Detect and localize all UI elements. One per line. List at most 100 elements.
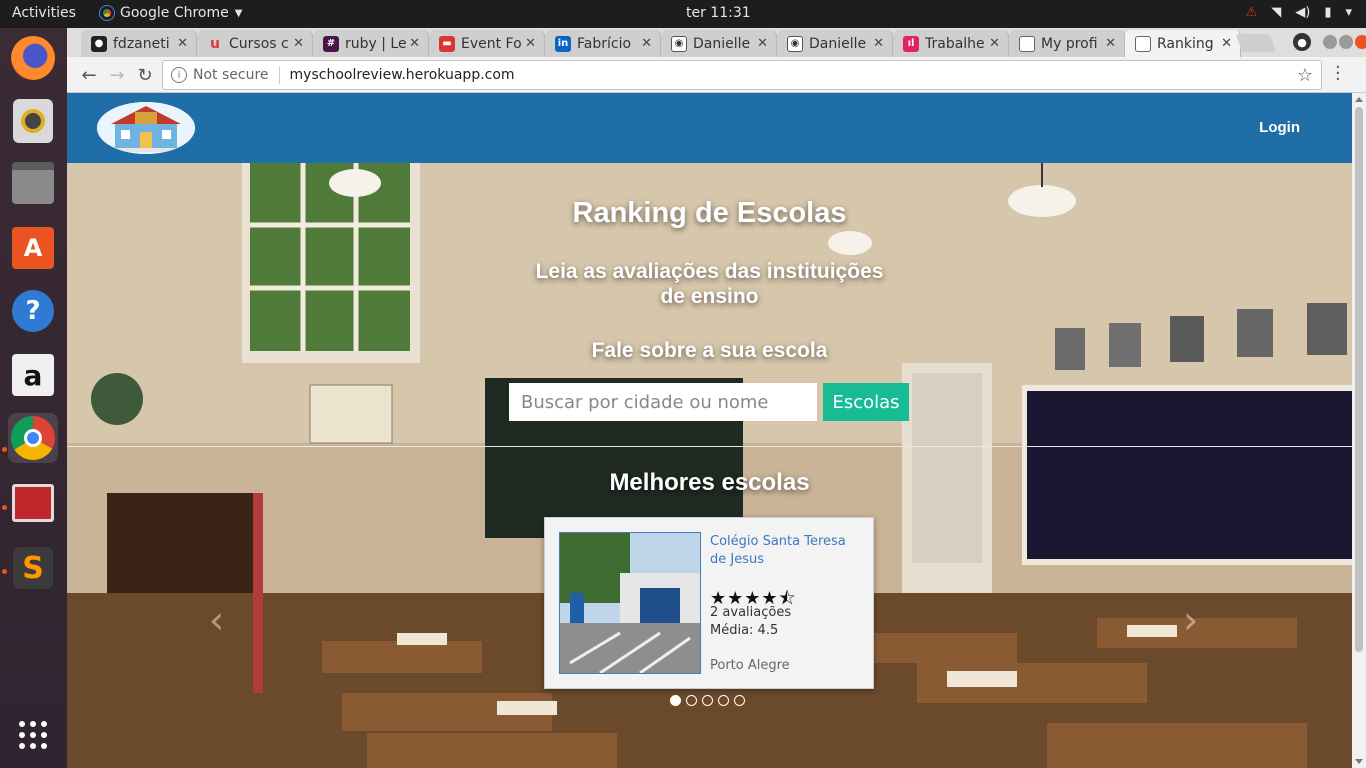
page-scrollbar[interactable]	[1352, 93, 1366, 768]
cta-heading: Fale sobre a sua escola	[591, 339, 828, 362]
tab-strip: ● fdzaneti ✕ u Cursos c ✕ # ruby | Le ✕ …	[67, 28, 1366, 57]
close-icon[interactable]: ✕	[1105, 36, 1116, 51]
bookmark-star-icon[interactable]: ☆	[1297, 65, 1313, 86]
tab-title: My profi	[1041, 35, 1098, 52]
search-button[interactable]: Escolas	[823, 383, 909, 421]
scrollbar-thumb[interactable]	[1355, 107, 1363, 652]
file-cabinet-icon	[12, 162, 54, 204]
close-icon[interactable]: ✕	[757, 36, 768, 51]
warning-icon[interactable]: ⚠	[1246, 5, 1258, 20]
clock[interactable]: ter 11:31	[686, 5, 751, 21]
tab[interactable]: ıl Trabalhe ✕	[893, 30, 1009, 57]
carousel-indicators	[670, 695, 745, 706]
close-icon[interactable]: ✕	[525, 36, 536, 51]
tab[interactable]: My profi ✕	[1009, 30, 1125, 57]
battery-icon[interactable]: ▮	[1324, 5, 1331, 20]
login-link[interactable]: Login	[1259, 119, 1300, 136]
hero-subtitle-line2: de ensino	[660, 285, 759, 308]
separator	[278, 66, 280, 84]
section-divider	[67, 446, 1352, 447]
school-photo-image	[560, 533, 700, 673]
tab[interactable]: ▬ Event Fo ✕	[429, 30, 545, 57]
running-indicator	[2, 505, 7, 510]
school-card[interactable]: Colégio Santa Teresa de Jesus ★★★★⯪ 2 av…	[544, 517, 874, 689]
forward-button[interactable]: →	[105, 63, 129, 87]
profile-icon[interactable]: ●	[1293, 33, 1311, 51]
tab-title: Event Fo	[461, 35, 522, 52]
search-input[interactable]	[509, 383, 817, 421]
speaker-icon	[13, 99, 53, 143]
scroll-down-icon[interactable]	[1355, 759, 1363, 764]
show-applications-button[interactable]	[8, 710, 58, 760]
software-launcher[interactable]: A	[8, 223, 58, 273]
reload-button[interactable]: ↻	[133, 63, 157, 87]
minimize-icon[interactable]	[1323, 35, 1337, 49]
carousel-dot[interactable]	[734, 695, 745, 706]
owl-icon: ◉	[671, 35, 687, 52]
school-logo[interactable]	[97, 102, 195, 154]
info-icon[interactable]: i	[171, 67, 187, 83]
tab[interactable]: in Fabrício ✕	[545, 30, 661, 57]
tab-title: ruby | Le	[345, 35, 407, 52]
school-photo[interactable]	[559, 532, 701, 674]
school-name-link[interactable]: Colégio Santa Teresa de Jesus	[710, 533, 865, 569]
tab[interactable]: # ruby | Le ✕	[313, 30, 429, 57]
close-icon[interactable]: ✕	[177, 36, 188, 51]
activities-button[interactable]: Activities	[12, 5, 76, 21]
hero-subtitle-line1: Leia as avaliações das instituições	[535, 260, 884, 283]
close-icon[interactable]: ✕	[409, 36, 420, 51]
url-text[interactable]: myschoolreview.herokuapp.com	[290, 67, 515, 83]
close-icon[interactable]: ✕	[989, 36, 1000, 51]
files-launcher[interactable]	[8, 158, 58, 208]
close-icon[interactable]: ✕	[641, 36, 652, 51]
wifi-icon[interactable]: ◥	[1271, 5, 1281, 20]
chrome-launcher[interactable]	[8, 413, 58, 463]
system-tray[interactable]: ⚠ ◥ ◀) ▮ ▾	[1246, 5, 1352, 20]
maximize-icon[interactable]	[1339, 35, 1353, 49]
rhythmbox-launcher[interactable]	[8, 96, 58, 146]
tab[interactable]: ◉ Danielle ✕	[777, 30, 893, 57]
bus-icon: ▬	[439, 35, 455, 52]
close-icon[interactable]: ✕	[293, 36, 304, 51]
terminal-icon	[12, 484, 54, 522]
scroll-up-icon[interactable]	[1355, 97, 1363, 102]
app-menu[interactable]: Google Chrome ▼	[99, 5, 242, 21]
amazon-launcher[interactable]: a	[8, 350, 58, 400]
power-menu-icon[interactable]: ▾	[1345, 5, 1352, 20]
carousel-prev-button[interactable]: ‹	[209, 598, 224, 642]
sublime-icon: S	[13, 547, 53, 589]
chrome-icon	[11, 416, 55, 460]
chrome-menu-icon[interactable]: · · ·	[1335, 59, 1341, 89]
carousel-dot[interactable]	[702, 695, 713, 706]
carousel-dot[interactable]	[670, 695, 681, 706]
firefox-launcher[interactable]	[8, 33, 58, 83]
address-bar[interactable]: i Not secure myschoolreview.herokuapp.co…	[162, 60, 1322, 90]
new-tab-button[interactable]	[1235, 34, 1277, 52]
tab-title: Cursos c	[229, 35, 289, 52]
tab[interactable]: u Cursos c ✕	[197, 30, 313, 57]
school-building-icon	[97, 102, 195, 154]
sublime-launcher[interactable]: S	[8, 543, 58, 593]
close-icon[interactable]: ✕	[873, 36, 884, 51]
tab[interactable]: ● fdzaneti ✕	[81, 30, 197, 57]
tab-active[interactable]: Ranking ✕	[1125, 30, 1241, 57]
close-window-icon[interactable]	[1355, 35, 1366, 49]
school-city: Porto Alegre	[710, 658, 790, 673]
tab-title: Trabalhe	[925, 35, 985, 52]
tab[interactable]: ◉ Danielle ✕	[661, 30, 777, 57]
amazon-icon: a	[12, 354, 54, 396]
review-count: 2 avaliações	[710, 605, 792, 620]
tab-title: Ranking	[1157, 35, 1214, 52]
carousel-dot[interactable]	[686, 695, 697, 706]
carousel-next-button[interactable]: ›	[1183, 598, 1198, 642]
firefox-icon	[11, 36, 55, 80]
help-launcher[interactable]: ?	[8, 286, 58, 336]
close-icon[interactable]: ✕	[1221, 36, 1232, 51]
tab-title: Danielle	[809, 35, 867, 52]
search-form: Escolas	[509, 383, 909, 421]
security-label[interactable]: Not secure	[193, 67, 269, 83]
back-button[interactable]: ←	[77, 63, 101, 87]
terminal-launcher[interactable]	[8, 478, 58, 528]
volume-icon[interactable]: ◀)	[1295, 5, 1310, 20]
carousel-dot[interactable]	[718, 695, 729, 706]
